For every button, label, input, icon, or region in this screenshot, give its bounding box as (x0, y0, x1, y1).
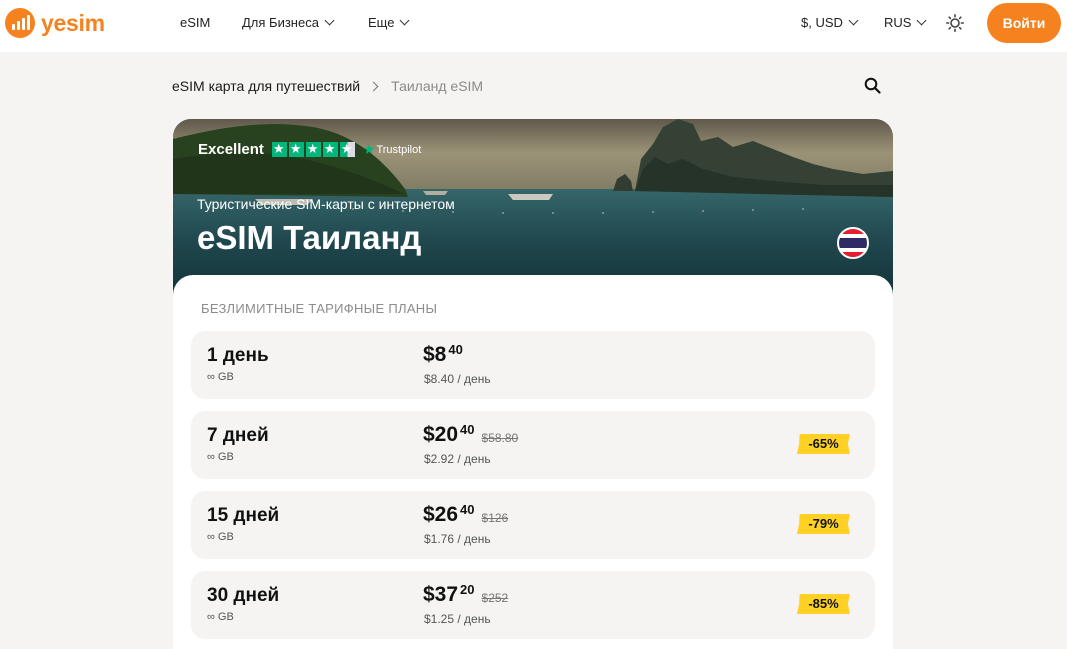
logo-text: yesim (41, 9, 105, 36)
discount-badge: -85% (797, 594, 850, 614)
price-main: $20 (423, 423, 459, 446)
language-selector[interactable]: RUS (884, 15, 927, 30)
plan-data-amount: ∞ GB (207, 451, 234, 463)
price-cents: 40 (460, 502, 475, 517)
nav-more-label: Еще (368, 15, 395, 30)
price-per-day: $8.40 / день (424, 372, 491, 386)
price-main: $26 (423, 503, 459, 526)
plan-option-15-days[interactable]: 15 дней ∞ GB $26 40 $126 $1.76 / день -7… (191, 491, 875, 559)
chevron-down-icon (848, 15, 859, 26)
trustpilot-rating-word: Excellent (198, 141, 264, 158)
nav-esim-label: eSIM (180, 15, 211, 30)
plans-section-title: БЕЗЛИМИТНЫЕ ТАРИФНЫЕ ПЛАНЫ (201, 301, 438, 316)
login-button[interactable]: Войти (987, 3, 1061, 43)
page-title: eSIM Таиланд (197, 219, 422, 256)
plan-price: $26 40 $126 (423, 502, 509, 527)
price-cents: 20 (460, 582, 475, 597)
plan-duration: 1 день (207, 345, 269, 366)
plan-option-30-days[interactable]: 30 дней ∞ GB $37 20 $252 $1.25 / день -8… (191, 571, 875, 639)
price-main: $37 (423, 583, 459, 606)
search-icon[interactable] (864, 77, 881, 94)
hero-banner: Excellent ★ Trustpilot Туристические SIM… (173, 119, 893, 294)
trustpilot-rating[interactable]: Excellent ★ Trustpilot (198, 141, 421, 158)
price-per-day: $1.25 / день (424, 612, 491, 626)
half-star-icon (339, 141, 355, 157)
trustpilot-stars (271, 141, 357, 157)
logo-signal-icon (5, 8, 35, 38)
trustpilot-brand: Trustpilot (376, 143, 422, 156)
star-icon (305, 141, 321, 157)
breadcrumb-thailand: Таиланд eSIM (391, 78, 484, 94)
plan-data-amount: ∞ GB (207, 531, 234, 543)
discount-badge: -65% (797, 434, 850, 454)
sun-icon[interactable] (946, 14, 964, 32)
plan-data-amount: ∞ GB (207, 611, 234, 623)
price-per-day: $1.76 / день (424, 532, 491, 546)
breadcrumb-esim-travel[interactable]: eSIM карта для путешествий (172, 78, 360, 94)
chevron-down-icon (400, 15, 410, 26)
price-cents: 40 (448, 342, 463, 357)
old-price: $252 (481, 591, 509, 605)
plan-data-amount: ∞ GB (207, 371, 234, 383)
plan-option-1-day[interactable]: 1 день ∞ GB $8 40 $8.40 / день (191, 331, 875, 399)
currency-label: $, USD (801, 15, 843, 30)
chevron-down-icon (917, 15, 927, 26)
nav-business-label: Для Бизнеса (242, 15, 319, 30)
hero-subtitle: Туристические SIM-карты с интернетом (197, 196, 455, 212)
nav-esim[interactable]: eSIM (180, 15, 210, 30)
language-label: RUS (884, 15, 912, 30)
star-icon (271, 141, 287, 157)
discount-badge: -79% (797, 514, 850, 534)
plan-option-7-days[interactable]: 7 дней ∞ GB $20 40 $58.80 $2.92 / день -… (191, 411, 875, 479)
yesim-logo[interactable]: yesim (5, 8, 105, 38)
plan-price: $20 40 $58.80 (423, 422, 519, 447)
price-cents: 40 (460, 422, 475, 437)
thailand-flag-icon (837, 227, 869, 259)
top-navbar: yesim eSIM Для Бизнеса Еще $, USD RUS Во… (0, 0, 1067, 52)
breadcrumb: eSIM карта для путешествий Таиланд eSIM (172, 78, 483, 94)
trustpilot-star-icon: ★ (362, 141, 376, 157)
currency-selector[interactable]: $, USD (801, 15, 859, 30)
price-main: $8 (423, 343, 447, 366)
nav-business[interactable]: Для Бизнеса (242, 15, 335, 30)
price-per-day: $2.92 / день (424, 452, 491, 466)
star-icon (288, 141, 304, 157)
plan-price: $37 20 $252 (423, 582, 509, 607)
plan-duration: 30 дней (207, 585, 280, 606)
nav-more[interactable]: Еще (368, 15, 410, 30)
chevron-right-icon (368, 81, 379, 91)
star-icon (322, 141, 338, 157)
old-price: $126 (481, 511, 509, 525)
old-price: $58.80 (481, 431, 519, 445)
plans-card: БЕЗЛИМИТНЫЕ ТАРИФНЫЕ ПЛАНЫ 1 день ∞ GB $… (173, 275, 893, 649)
plan-duration: 15 дней (207, 505, 280, 526)
plan-price: $8 40 (423, 342, 463, 367)
trustpilot-logo: ★ Trustpilot (363, 141, 421, 158)
chevron-down-icon (324, 15, 335, 26)
plan-duration: 7 дней (207, 425, 269, 446)
